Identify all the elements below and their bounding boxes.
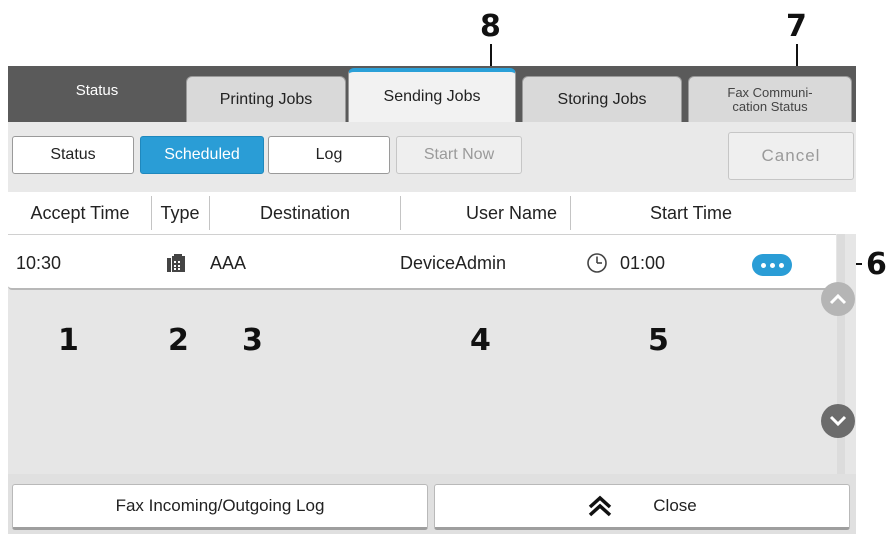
close-label: Close xyxy=(653,496,697,515)
scrollbar-track[interactable] xyxy=(837,234,845,474)
more-options-button[interactable] xyxy=(752,254,792,276)
column-header-type[interactable]: Type xyxy=(152,192,208,234)
fax-log-button[interactable]: Fax Incoming/Outgoing Log xyxy=(12,484,428,530)
fax-icon xyxy=(166,235,186,291)
scroll-down-button[interactable] xyxy=(821,404,855,438)
tab-status[interactable]: Status xyxy=(8,66,186,122)
user-name-cell: DeviceAdmin xyxy=(400,252,507,273)
callout-5: 5 xyxy=(648,323,669,358)
callout-4: 4 xyxy=(470,323,491,358)
job-list: 10:30 AAA DeviceAdmin 01:00 xyxy=(8,234,856,474)
tab-bar: Status Printing Jobs Sending Jobs Storin… xyxy=(8,66,856,122)
toolbar: Status Scheduled Log Start Now Cancel xyxy=(8,122,856,192)
start-time-cell: 01:00 xyxy=(620,252,666,273)
dot xyxy=(778,262,784,268)
device-screen: Status Printing Jobs Sending Jobs Storin… xyxy=(8,66,856,534)
tab-fax-label-line1: Fax Communi- xyxy=(727,84,813,100)
log-filter-button[interactable]: Log xyxy=(268,136,390,174)
destination-cell: AAA xyxy=(210,252,247,273)
column-headers: Accept Time Type Destination User Name S… xyxy=(8,192,856,234)
tab-storing-jobs[interactable]: Storing Jobs xyxy=(522,76,682,122)
close-button[interactable]: Close xyxy=(434,484,850,530)
status-filter-button[interactable]: Status xyxy=(12,136,134,174)
scheduled-filter-button[interactable]: Scheduled xyxy=(140,136,264,174)
callout-6: 6 xyxy=(866,247,887,282)
dot xyxy=(769,262,775,268)
callout-7: 7 xyxy=(786,9,807,44)
start-now-button[interactable]: Start Now xyxy=(396,136,522,174)
column-header-accept-time[interactable]: Accept Time xyxy=(10,192,150,234)
tab-fax-communication-status[interactable]: Fax Communi- cation Status xyxy=(688,76,852,122)
tab-printing-jobs[interactable]: Printing Jobs xyxy=(186,76,346,122)
clock-icon xyxy=(586,235,608,291)
column-header-user-name[interactable]: User Name xyxy=(401,192,569,234)
tab-fax-label-line2: cation Status xyxy=(732,98,808,114)
scroll-up-button[interactable] xyxy=(821,282,855,316)
bottom-bar: Fax Incoming/Outgoing Log Close xyxy=(8,474,856,534)
chevron-down-icon xyxy=(829,415,847,427)
column-header-destination[interactable]: Destination xyxy=(210,192,400,234)
dot xyxy=(760,262,766,268)
callout-3: 3 xyxy=(242,323,263,358)
cancel-button[interactable]: Cancel xyxy=(728,132,854,180)
job-row[interactable]: 10:30 AAA DeviceAdmin 01:00 xyxy=(8,234,836,290)
double-chevron-up-icon xyxy=(589,495,612,517)
chevron-up-icon xyxy=(829,293,847,305)
callout-8: 8 xyxy=(480,9,501,44)
callout-1: 1 xyxy=(58,323,79,358)
tab-sending-jobs[interactable]: Sending Jobs xyxy=(348,68,516,122)
column-header-start-time[interactable]: Start Time xyxy=(571,192,811,234)
callout-2: 2 xyxy=(168,323,189,358)
accept-time-cell: 10:30 xyxy=(16,252,62,273)
